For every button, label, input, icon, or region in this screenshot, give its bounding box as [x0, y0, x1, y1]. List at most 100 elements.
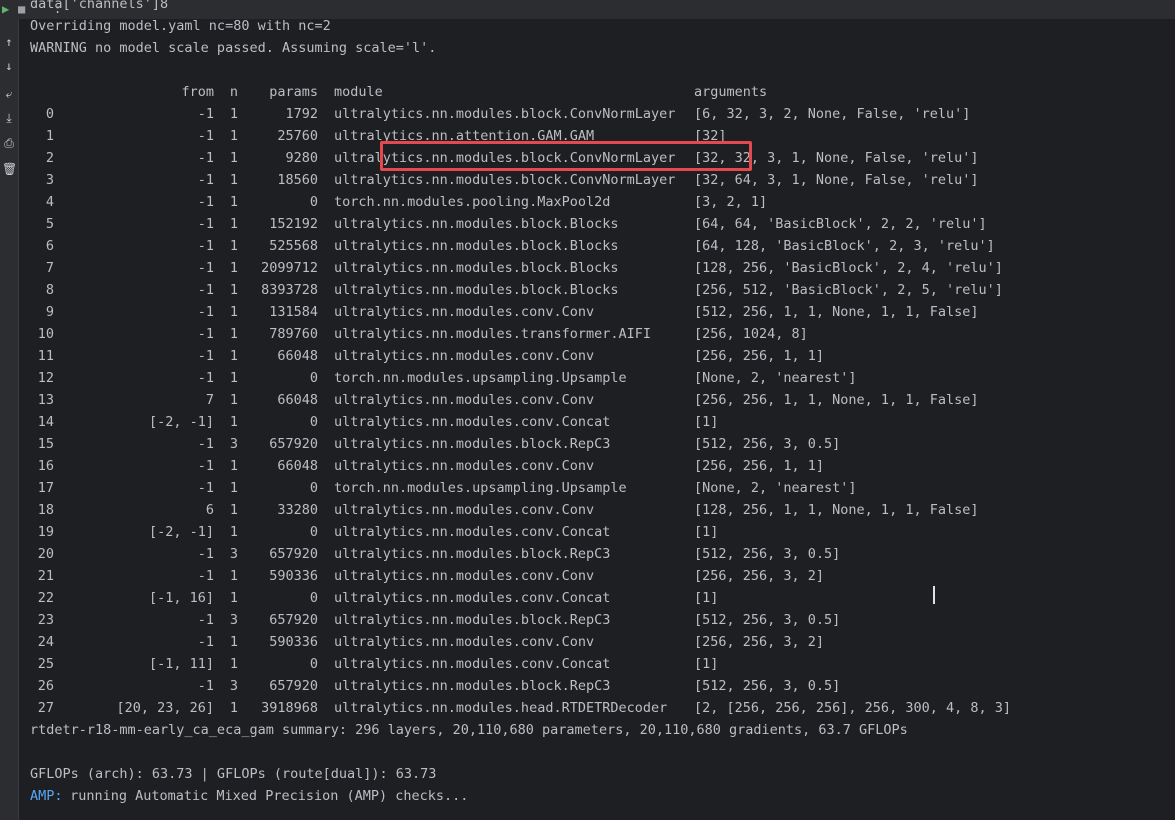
print-icon[interactable]: ⎙ — [2, 136, 16, 150]
text-cursor — [933, 586, 935, 604]
row-params: 657920 — [269, 436, 318, 452]
row-arguments: [None, 2, 'nearest'] — [694, 480, 857, 496]
row-params: 66048 — [277, 392, 318, 408]
row-from: [-2, -1] — [148, 414, 214, 430]
row-params: 0 — [309, 656, 318, 672]
row-module: ultralytics.nn.modules.block.Blocks — [334, 260, 619, 276]
row-from: -1 — [197, 480, 214, 496]
row-arguments: [512, 256, 3, 0.5] — [694, 612, 841, 628]
row-arguments: [1] — [694, 590, 719, 606]
row-module: ultralytics.nn.modules.block.RepC3 — [334, 612, 611, 628]
row-n: 1 — [229, 128, 238, 144]
row-index: 1 — [45, 128, 54, 144]
row-index: 3 — [45, 172, 54, 188]
header-module: module — [334, 84, 383, 100]
row-n: 1 — [229, 524, 238, 540]
row-n: 1 — [229, 656, 238, 672]
row-from: -1 — [197, 634, 214, 650]
row-from: -1 — [197, 238, 214, 254]
row-arguments: [256, 1024, 8] — [694, 326, 808, 342]
row-module: ultralytics.nn.modules.conv.Conv — [334, 348, 595, 364]
row-index: 9 — [45, 304, 54, 320]
row-arguments: [64, 128, 'BasicBlock', 2, 3, 'relu'] — [694, 238, 995, 254]
row-module: torch.nn.modules.upsampling.Upsample — [334, 370, 627, 386]
row-arguments: [512, 256, 3, 0.5] — [694, 436, 841, 452]
row-from: -1 — [197, 150, 214, 166]
row-params: 0 — [309, 524, 318, 540]
row-params: 25760 — [277, 128, 318, 144]
row-module: ultralytics.nn.modules.block.Blocks — [334, 216, 619, 232]
row-module: ultralytics.nn.modules.conv.Conv — [334, 502, 595, 518]
row-n: 1 — [229, 216, 238, 232]
row-params: 9280 — [285, 150, 318, 166]
row-index: 23 — [37, 612, 54, 628]
row-index: 6 — [45, 238, 54, 254]
row-n: 3 — [229, 436, 238, 452]
run-icon[interactable]: ▶ — [2, 2, 9, 16]
row-arguments: [128, 256, 'BasicBlock', 2, 4, 'relu'] — [694, 260, 1003, 276]
row-arguments: [64, 64, 'BasicBlock', 2, 2, 'relu'] — [694, 216, 987, 232]
row-params: 0 — [309, 194, 318, 210]
row-params: 18560 — [277, 172, 318, 188]
row-arguments: [2, [256, 256, 256], 256, 300, 4, 8, 3] — [694, 700, 1011, 716]
row-n: 1 — [229, 326, 238, 342]
row-params: 1792 — [285, 106, 318, 122]
highlight-annotation-box — [380, 141, 752, 171]
row-index: 2 — [45, 150, 54, 166]
row-params: 657920 — [269, 678, 318, 694]
row-params: 0 — [309, 480, 318, 496]
row-n: 1 — [229, 238, 238, 254]
row-module: ultralytics.nn.modules.head.RTDETRDecode… — [334, 700, 668, 716]
amp-text: running Automatic Mixed Precision (AMP) … — [62, 788, 469, 804]
soft-wrap-icon[interactable]: ⤶ — [2, 87, 16, 101]
row-from: -1 — [197, 436, 214, 452]
row-index: 8 — [45, 282, 54, 298]
row-n: 1 — [229, 458, 238, 474]
row-module: ultralytics.nn.modules.transformer.AIFI — [334, 326, 651, 342]
row-index: 18 — [37, 502, 54, 518]
arrow-down-icon[interactable]: ↓ — [2, 59, 16, 73]
row-params: 33280 — [277, 502, 318, 518]
row-module: ultralytics.nn.modules.block.RepC3 — [334, 436, 611, 452]
scroll-to-end-icon[interactable]: ⤓ — [2, 111, 16, 125]
row-from: -1 — [197, 612, 214, 628]
row-module: ultralytics.nn.modules.conv.Conv — [334, 392, 595, 408]
row-arguments: [512, 256, 3, 0.5] — [694, 678, 841, 694]
row-from: -1 — [197, 304, 214, 320]
trash-icon[interactable]: 🗑 — [2, 162, 17, 176]
row-module: ultralytics.nn.modules.conv.Concat — [334, 414, 611, 430]
row-index: 5 — [45, 216, 54, 232]
row-n: 1 — [229, 590, 238, 606]
console-text: data['channels']8 — [30, 0, 169, 12]
header-params: params — [269, 84, 318, 100]
row-index: 26 — [37, 678, 54, 694]
row-n: 1 — [229, 502, 238, 518]
row-n: 1 — [229, 172, 238, 188]
row-module: ultralytics.nn.modules.conv.Conv — [334, 634, 595, 650]
row-module: ultralytics.nn.modules.block.Blocks — [334, 238, 619, 254]
row-params: 131584 — [269, 304, 318, 320]
row-module: ultralytics.nn.modules.conv.Conv — [334, 458, 595, 474]
row-arguments: [256, 256, 1, 1] — [694, 458, 825, 474]
row-index: 12 — [37, 370, 54, 386]
row-params: 657920 — [269, 546, 318, 562]
row-params: 657920 — [269, 612, 318, 628]
arrow-up-icon[interactable]: ↑ — [2, 35, 16, 49]
row-from: -1 — [197, 194, 214, 210]
row-module: ultralytics.nn.modules.block.ConvNormLay… — [334, 106, 676, 122]
row-n: 1 — [229, 106, 238, 122]
row-index: 10 — [37, 326, 54, 342]
row-index: 14 — [37, 414, 54, 430]
stop-icon[interactable]: ■ — [18, 2, 25, 16]
row-index: 11 — [37, 348, 54, 364]
row-arguments: [1] — [694, 656, 719, 672]
row-arguments: [1] — [694, 414, 719, 430]
header-n: n — [229, 84, 238, 100]
row-arguments: [3, 2, 1] — [694, 194, 768, 210]
row-index: 13 — [37, 392, 54, 408]
row-module: ultralytics.nn.modules.conv.Conv — [334, 304, 595, 320]
row-index: 19 — [37, 524, 54, 540]
row-arguments: [256, 256, 3, 2] — [694, 568, 825, 584]
row-from: [-2, -1] — [148, 524, 214, 540]
console-text: WARNING no model scale passed. Assuming … — [30, 40, 437, 56]
